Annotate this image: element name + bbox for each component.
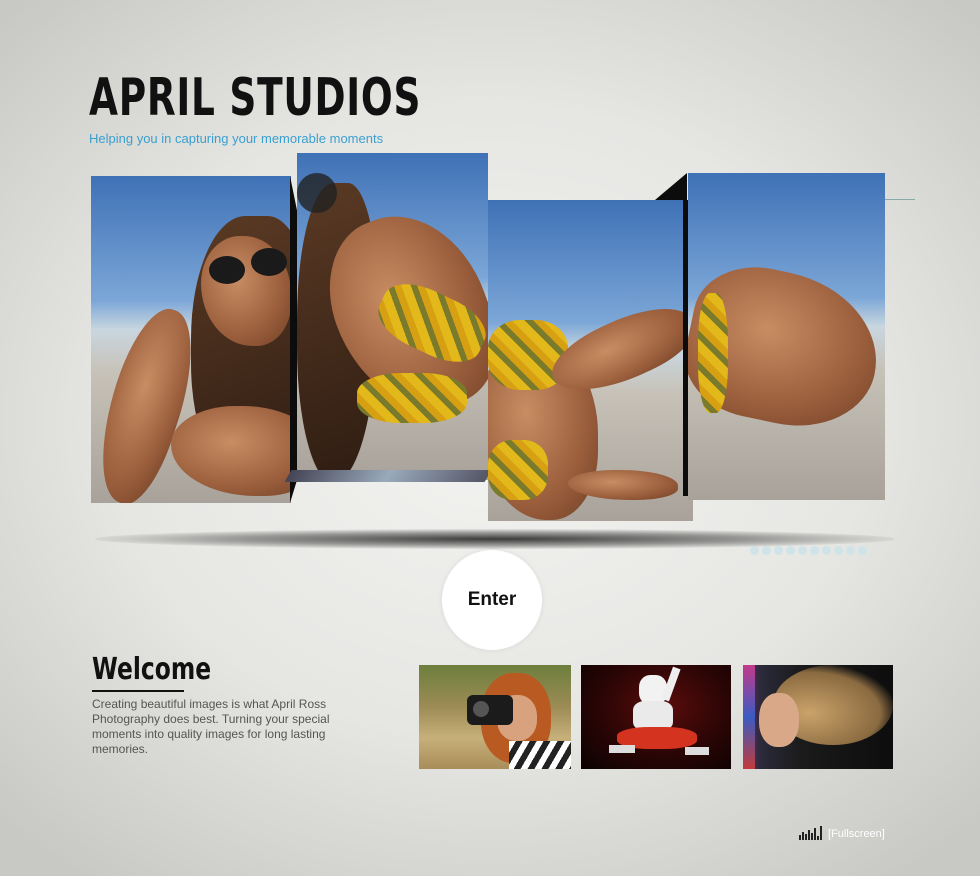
pager-dot[interactable] bbox=[834, 546, 843, 555]
pager-dot[interactable] bbox=[846, 546, 855, 555]
gallery-pager bbox=[750, 546, 867, 555]
pager-dot[interactable] bbox=[762, 546, 771, 555]
photo-panel-1[interactable] bbox=[91, 176, 291, 503]
fullscreen-label[interactable]: [Fullscreen] bbox=[828, 828, 885, 840]
welcome-text: Creating beautiful images is what April … bbox=[92, 697, 330, 756]
pager-dot[interactable] bbox=[798, 546, 807, 555]
equalizer-icon bbox=[799, 826, 822, 840]
thumb-dancer[interactable] bbox=[581, 665, 731, 769]
fullscreen-toggle[interactable]: [Fullscreen] bbox=[799, 826, 885, 840]
pager-dot[interactable] bbox=[822, 546, 831, 555]
welcome-underline bbox=[92, 690, 184, 692]
pager-dot[interactable] bbox=[750, 546, 759, 555]
photo-panel-2[interactable] bbox=[297, 153, 488, 480]
thumb-hair-portrait[interactable] bbox=[743, 665, 893, 769]
pager-dot[interactable] bbox=[786, 546, 795, 555]
thumb-photographer[interactable] bbox=[419, 665, 571, 769]
pager-dot[interactable] bbox=[810, 546, 819, 555]
welcome-heading: Welcome bbox=[92, 652, 212, 687]
photo-panel-3[interactable] bbox=[488, 200, 693, 521]
panel-reflection bbox=[284, 470, 492, 482]
enter-button[interactable]: Enter bbox=[442, 550, 542, 650]
panel-fold bbox=[655, 173, 687, 200]
pager-dot[interactable] bbox=[774, 546, 783, 555]
decorative-line bbox=[885, 199, 915, 200]
photo-panel-4[interactable] bbox=[688, 173, 885, 500]
pager-dot[interactable] bbox=[858, 546, 867, 555]
photo-gallery bbox=[0, 0, 980, 560]
